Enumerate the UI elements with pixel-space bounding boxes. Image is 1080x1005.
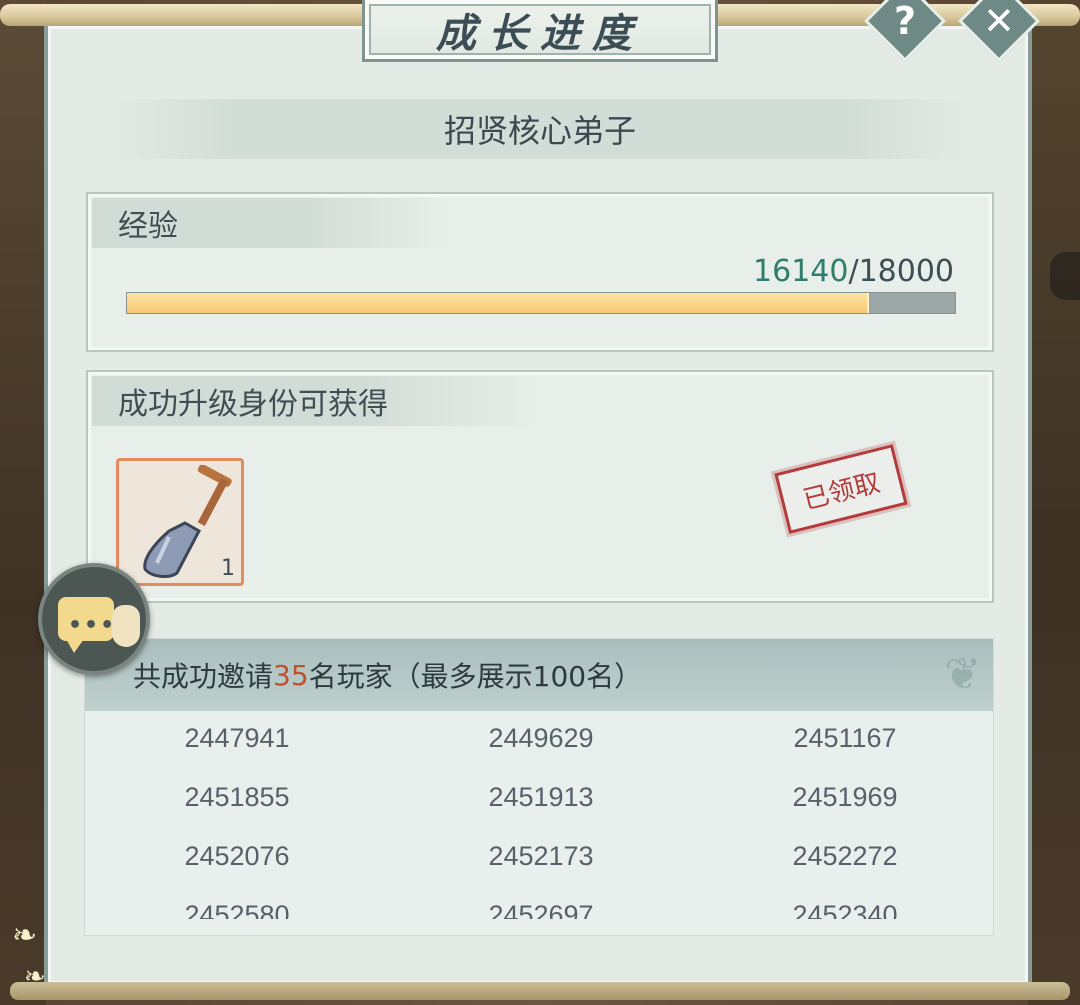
butterfly-icon: ❧ xyxy=(12,918,38,953)
player-id: 2451855 xyxy=(184,782,290,812)
player-id: 2452697 xyxy=(488,900,594,919)
reward-label: 成功升级身份可获得 xyxy=(92,376,538,426)
player-id: 2451167 xyxy=(793,723,897,753)
claimed-stamp: 已领取 xyxy=(774,444,908,534)
close-icon: ✕ xyxy=(983,0,1015,43)
background-left xyxy=(0,0,46,1005)
invite-count: 35 xyxy=(273,658,309,692)
claimed-status: 已领取 xyxy=(800,467,884,516)
invite-list[interactable]: 共成功邀请 35 名玩家（最多展示100名） ❦ 2447941 2449629 245… xyxy=(84,638,994,936)
invite-text-after: 名玩家（最多展示100名） xyxy=(308,660,643,693)
experience-value: 16140/18000 xyxy=(753,254,954,289)
experience-progress-fill xyxy=(127,293,870,313)
chat-button[interactable]: ••• xyxy=(38,563,150,675)
player-id: 2452340 xyxy=(792,900,898,919)
invite-text-before: 共成功邀请 xyxy=(133,660,274,693)
help-icon: ? xyxy=(893,0,917,43)
experience-label: 经验 xyxy=(92,198,448,248)
player-id: 2449629 xyxy=(488,723,594,753)
player-id: 2447941 xyxy=(184,723,290,753)
bamboo-decoration-icon: ❦ xyxy=(944,649,981,700)
subtitle: 招贤核心弟子 xyxy=(443,112,636,150)
player-id: 2452272 xyxy=(792,841,898,871)
butterfly-icon-2: ❧ xyxy=(24,962,46,992)
scroll-bottom-rod xyxy=(10,982,1070,1000)
player-id-grid[interactable]: 2447941 2449629 2451167 2451855 2451913 24519… xyxy=(85,711,993,919)
reward-card: 成功升级身份可获得 1 已领取 xyxy=(86,370,994,603)
experience-current: 16140 xyxy=(753,254,849,289)
experience-max: 18000 xyxy=(858,254,954,289)
chat-dots-icon: ••• xyxy=(68,613,117,638)
reward-item-slot[interactable]: 1 xyxy=(116,458,244,586)
player-id: 2452173 xyxy=(488,841,594,871)
side-tab[interactable] xyxy=(1050,252,1080,300)
subtitle-bar: 招贤核心弟子 xyxy=(100,99,980,159)
player-id: 2451969 xyxy=(792,782,898,812)
invite-summary: 共成功邀请 35 名玩家（最多展示100名） ❦ xyxy=(85,639,993,711)
player-id: 2452580 xyxy=(184,900,290,919)
title-plaque: 成长进度 xyxy=(362,0,718,62)
experience-progress-bar xyxy=(126,292,956,314)
reward-item-count: 1 xyxy=(221,556,235,581)
background-right xyxy=(1028,0,1080,1005)
wine-bottle-icon xyxy=(112,605,140,647)
player-id: 2452076 xyxy=(184,841,290,871)
experience-card: 经验 16140/18000 xyxy=(86,192,994,352)
player-id: 2451913 xyxy=(488,782,594,812)
experience-separator: / xyxy=(848,254,859,289)
page-title: 成长进度 xyxy=(436,9,644,57)
